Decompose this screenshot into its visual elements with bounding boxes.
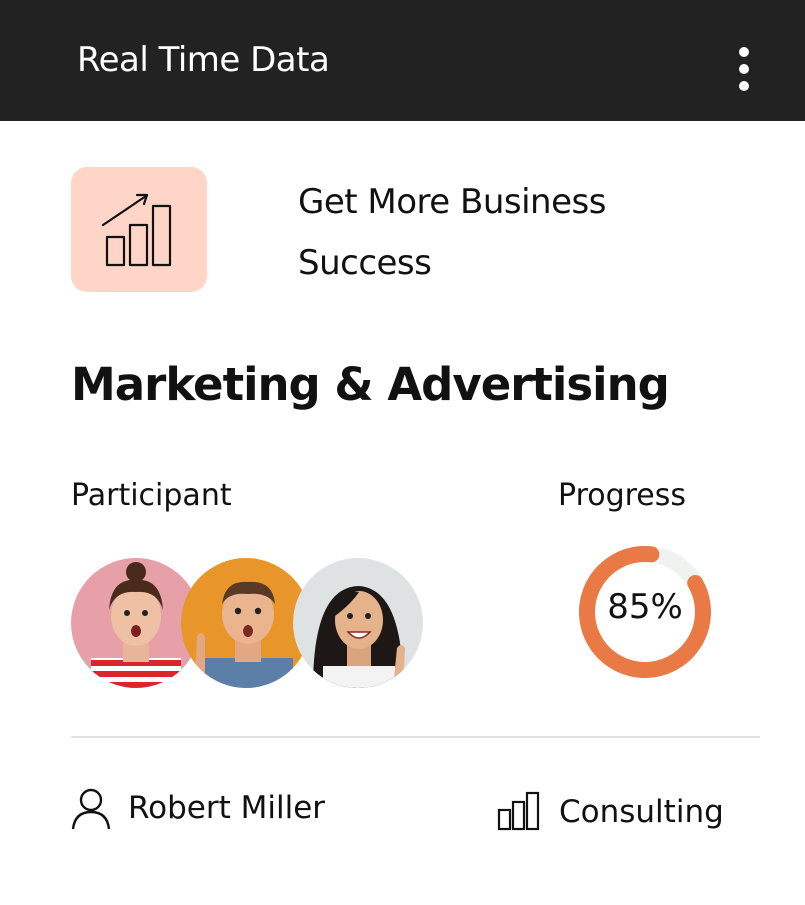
growth-chart-icon <box>71 167 207 292</box>
progress-value: 85% <box>607 587 683 627</box>
owner-name: Robert Miller <box>128 790 326 826</box>
participant-avatar-3[interactable] <box>293 558 423 688</box>
app-header: Real Time Data <box>0 0 805 121</box>
divider <box>71 736 760 738</box>
participant-label: Participant <box>71 478 232 513</box>
app-title: Real Time Data <box>77 40 330 80</box>
promo-heading: Get More Business Success <box>298 182 606 283</box>
section-title: Marketing & Advertising <box>71 358 670 411</box>
progress-label: Progress <box>558 478 687 513</box>
category-name: Consulting <box>559 794 724 830</box>
participant-avatar-2[interactable] <box>181 558 311 688</box>
more-vertical-icon[interactable] <box>728 44 760 96</box>
bar-chart-icon <box>497 791 540 831</box>
user-icon <box>71 788 111 830</box>
